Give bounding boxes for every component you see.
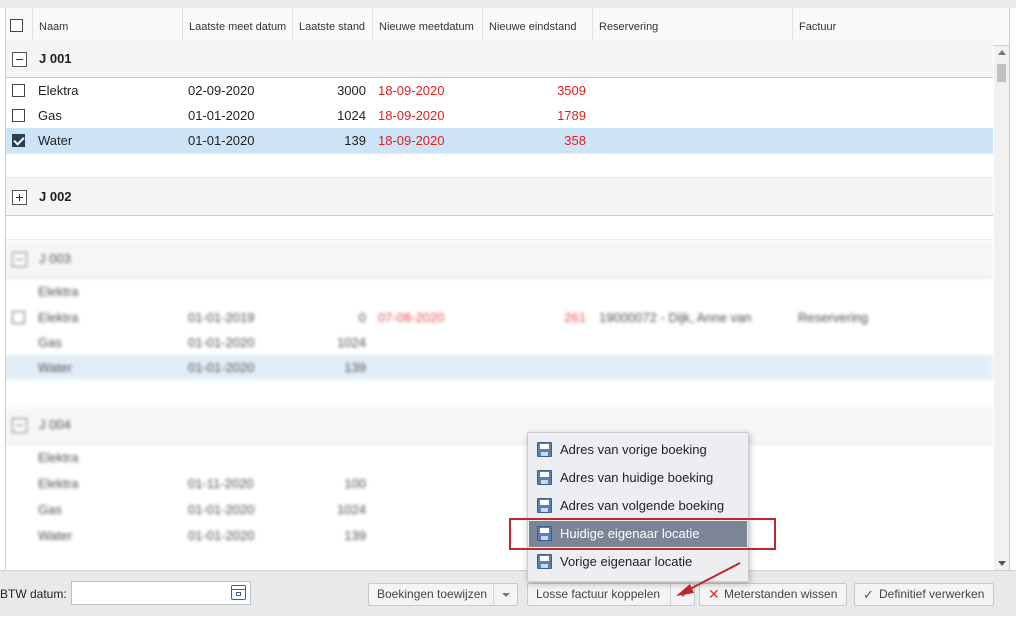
cell-naam: Water [38, 133, 73, 148]
expand-icon[interactable] [12, 190, 27, 205]
save-icon [537, 498, 552, 513]
top-strip [0, 0, 1016, 8]
collapse-icon[interactable] [12, 52, 27, 67]
select-all-checkbox[interactable] [10, 19, 23, 32]
btw-datum-input[interactable] [71, 581, 251, 605]
definitief-verwerken-button[interactable]: ✓ Definitief verwerken [854, 583, 994, 606]
menu-item-adres-volgende-boeking[interactable]: Adres van volgende boeking [529, 493, 747, 519]
cell-laatste-datum: 01-01-2020 [188, 108, 255, 123]
group-label: J 003 [39, 251, 71, 266]
cell-nieuwe-stand[interactable]: 1789 [557, 103, 586, 128]
cell-laatste-datum: 01-01-2020 [188, 528, 255, 543]
cell-laatste-stand: 1024 [337, 108, 366, 123]
table-row[interactable]: Gas 01-01-2020 1024 [1, 330, 993, 355]
scroll-down-icon[interactable] [998, 561, 1006, 566]
boekingen-toewijzen-button[interactable]: Boekingen toewijzen [368, 583, 518, 606]
menu-item-label: Adres van huidige boeking [560, 470, 714, 485]
save-icon [537, 470, 552, 485]
cell-factuur[interactable]: Reservering [798, 305, 868, 330]
cell-laatste-stand: 1024 [337, 335, 366, 350]
boekingen-toewijzen-label: Boekingen toewijzen [377, 587, 488, 601]
cell-laatste-stand: 139 [344, 360, 366, 375]
cell-reservering[interactable]: 19000072 - Dijk, Anne van [599, 305, 752, 330]
cell-naam: Elektra [38, 450, 79, 465]
table-row[interactable]: Elektra 02-09-2020 3000 18-09-2020 3509 [1, 78, 993, 103]
cell-nieuwe-datum[interactable]: 07-08-2020 [378, 305, 445, 330]
cell-laatste-stand: 100 [344, 476, 366, 491]
cell-laatste-stand: 139 [344, 133, 366, 148]
row-checkbox[interactable] [12, 109, 25, 122]
footer-toolbar: BTW datum: Boekingen toewijzen Losse fac… [0, 570, 1016, 616]
cell-naam: Water [38, 528, 73, 543]
cell-laatste-stand: 1024 [337, 502, 366, 517]
cell-naam: Gas [38, 108, 62, 123]
annotation-arrow-icon [676, 562, 741, 596]
table-row[interactable]: Elektra [1, 445, 993, 470]
cell-laatste-datum: 02-09-2020 [188, 83, 255, 98]
group-j003[interactable]: J 003 [1, 240, 993, 278]
cell-nieuwe-datum[interactable]: 18-09-2020 [378, 103, 445, 128]
row-checkbox[interactable] [12, 84, 25, 97]
group-j004[interactable]: J 004 [1, 406, 993, 444]
table-row-selected[interactable]: Water 01-01-2020 139 18-09-2020 358 [1, 128, 993, 153]
cell-laatste-datum: 01-01-2020 [188, 133, 255, 148]
losse-factuur-label: Losse factuur koppelen [536, 587, 661, 601]
group-j002[interactable]: J 002 [1, 178, 993, 216]
table-row[interactable]: Elektra 01-01-2019 0 07-08-2020 261 1900… [1, 305, 993, 330]
save-icon [537, 442, 552, 457]
table-row[interactable]: Elektra 01-11-2020 100 [1, 471, 993, 496]
scroll-thumb[interactable] [997, 64, 1006, 82]
cell-laatste-stand: 3000 [337, 83, 366, 98]
cell-naam: Water [38, 360, 73, 375]
cell-naam: Gas [38, 502, 62, 517]
row-divider [1, 153, 993, 154]
check-icon: ✓ [863, 587, 874, 602]
row-checkbox[interactable] [12, 311, 25, 324]
table-row[interactable]: Gas 01-01-2020 1024 18-09-2020 1789 [1, 103, 993, 128]
cell-naam: Elektra [38, 284, 79, 299]
group-label: J 004 [39, 417, 71, 432]
btw-datum-label: BTW datum: [0, 587, 67, 601]
cell-nieuwe-datum[interactable]: 18-09-2020 [378, 78, 445, 103]
definitief-verwerken-label: Definitief verwerken [879, 587, 985, 601]
group-label: J 002 [39, 189, 72, 204]
cell-laatste-datum: 01-01-2020 [188, 360, 255, 375]
boekingen-dropdown-icon[interactable] [493, 584, 517, 605]
menu-item-label: Adres van volgende boeking [560, 498, 725, 513]
menu-item-adres-vorige-boeking[interactable]: Adres van vorige boeking [529, 437, 747, 463]
left-edge [0, 8, 6, 570]
cell-naam: Elektra [38, 310, 79, 325]
calendar-icon[interactable] [231, 585, 246, 600]
collapse-icon[interactable] [12, 252, 27, 267]
collapse-icon[interactable] [12, 418, 27, 433]
table-row[interactable]: Water 01-01-2020 139 [1, 355, 993, 380]
cell-nieuwe-datum[interactable]: 18-09-2020 [378, 128, 445, 153]
cell-naam: Elektra [38, 476, 79, 491]
meter-grid: Naam Laatste meet datum Laatste stand Ni… [0, 8, 1010, 570]
highlight-box [509, 518, 776, 550]
cell-nieuwe-stand[interactable]: 3509 [557, 78, 586, 103]
cell-laatste-stand: 0 [358, 310, 366, 325]
cell-laatste-datum: 01-01-2020 [188, 502, 255, 517]
row-checkbox[interactable] [12, 134, 25, 147]
menu-item-label: Adres van vorige boeking [560, 442, 707, 457]
group-j001[interactable]: J 001 [1, 40, 993, 78]
cell-laatste-datum: 01-11-2020 [188, 476, 254, 491]
cell-naam: Gas [38, 335, 62, 350]
cell-laatste-stand: 139 [344, 528, 366, 543]
menu-item-adres-huidige-boeking[interactable]: Adres van huidige boeking [529, 465, 747, 491]
table-row[interactable]: Water 01-01-2020 139 [1, 523, 993, 548]
cell-naam: Elektra [38, 83, 79, 98]
table-row[interactable]: Elektra [1, 279, 993, 304]
vertical-scrollbar[interactable] [994, 46, 1009, 570]
group-label: J 001 [39, 51, 72, 66]
cell-laatste-datum: 01-01-2020 [188, 335, 255, 350]
cell-nieuwe-stand[interactable]: 358 [564, 128, 586, 153]
save-icon [537, 554, 552, 569]
table-row[interactable]: Gas 01-01-2020 1024 [1, 497, 993, 522]
scroll-up-icon[interactable] [998, 50, 1006, 55]
cell-nieuwe-stand[interactable]: 261 [564, 305, 586, 330]
cell-laatste-datum: 01-01-2019 [188, 310, 255, 325]
